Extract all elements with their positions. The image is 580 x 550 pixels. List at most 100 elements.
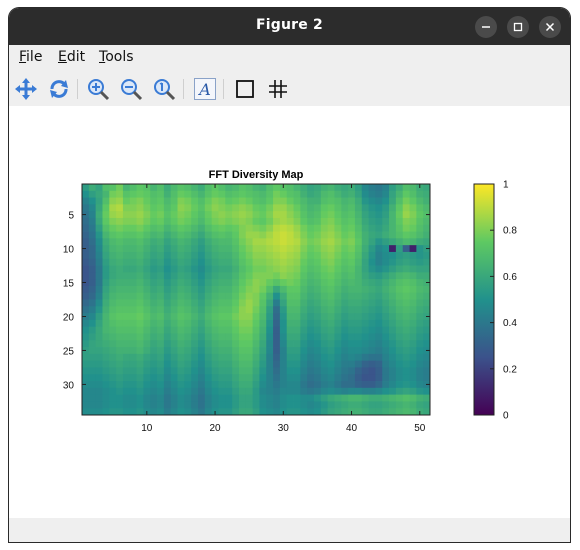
heatmap-cell (368, 381, 376, 389)
heatmap-cell (314, 197, 322, 205)
grid-button[interactable] (265, 76, 291, 102)
heatmap-cell (361, 272, 369, 280)
zoom-out-button[interactable] (118, 76, 144, 102)
heatmap-cell (225, 353, 233, 362)
heatmap-cell (416, 197, 424, 205)
heatmap-cell (232, 238, 240, 246)
heatmap-cell (238, 408, 247, 416)
heatmap-cell (273, 272, 281, 280)
heatmap-cell (245, 333, 253, 341)
axes-box-button[interactable] (232, 76, 258, 102)
heatmap-cell (122, 258, 131, 266)
heatmap-cell (88, 217, 97, 226)
heatmap-cell (334, 408, 342, 416)
heatmap-cell (88, 319, 97, 328)
heatmap-cell (300, 394, 308, 402)
insert-text-button[interactable]: A (192, 76, 218, 102)
menu-tools[interactable]: Tools (99, 49, 134, 65)
heatmap-cell (354, 306, 363, 314)
heatmap-cell (245, 184, 253, 192)
heatmap-cell (259, 374, 267, 382)
zoom-reset-button[interactable] (151, 76, 177, 102)
heatmap-cell (252, 224, 260, 232)
title-bar[interactable]: Figure 2 (9, 8, 570, 45)
heatmap-cell (204, 184, 213, 192)
heatmap-cell (320, 326, 329, 334)
heatmap-cell (348, 353, 356, 362)
heatmap-cell (88, 184, 97, 192)
heatmap-cell (416, 326, 424, 334)
heatmap-cell (314, 299, 322, 307)
heatmap-cell (109, 285, 117, 294)
heatmap-cell (389, 299, 397, 307)
zoom-in-button[interactable] (85, 76, 111, 102)
heatmap-cell (102, 190, 110, 198)
heatmap-cell (320, 224, 329, 232)
heatmap-cell (170, 353, 178, 362)
heatmap-cell (389, 387, 397, 396)
heatmap-cell (184, 313, 192, 321)
heatmap-cell (122, 299, 131, 307)
heatmap-cell (136, 279, 144, 287)
heatmap-cell (348, 401, 356, 409)
heatmap-cell (334, 292, 342, 300)
heatmap-cell (286, 285, 294, 294)
heatmap-cell (122, 285, 131, 294)
heatmap-cell (163, 347, 172, 355)
heatmap-cell (102, 360, 110, 368)
heatmap-cell (204, 353, 213, 362)
heatmap-cell (300, 238, 308, 246)
heatmap-cell (300, 251, 308, 260)
heatmap-cell (259, 279, 267, 287)
menu-edit[interactable]: Edit (58, 49, 85, 65)
heatmap-cell (327, 353, 335, 362)
heatmap-cell (204, 313, 213, 321)
minimize-button[interactable] (475, 16, 497, 38)
heatmap-cell (157, 211, 165, 219)
heatmap-cell (341, 333, 349, 341)
heatmap-cell (293, 313, 301, 321)
heatmap-cell (198, 347, 206, 355)
heatmap-cell (307, 190, 315, 198)
heatmap-cell (143, 190, 151, 198)
heatmap-cell (225, 394, 233, 402)
heatmap-cell (354, 279, 363, 287)
heatmap-cell (204, 292, 213, 300)
heatmap-cell (122, 231, 131, 239)
heatmap-cell (389, 319, 397, 328)
heatmap-cell (375, 292, 383, 300)
heatmap-cell (368, 285, 376, 294)
heatmap-cell (252, 313, 260, 321)
heatmap-cell (382, 272, 390, 280)
close-button[interactable] (539, 16, 561, 38)
colorbar-tick-label: 0.4 (503, 318, 517, 329)
heatmap-cell (341, 204, 349, 212)
heatmap-cell (129, 265, 137, 273)
heatmap-cell (109, 265, 117, 273)
heatmap-cell (382, 326, 390, 334)
heatmap-cell (150, 394, 158, 402)
heatmap-cell (238, 292, 247, 300)
rotate-button[interactable] (46, 76, 72, 102)
heatmap-cell (375, 231, 383, 239)
heatmap-cell (218, 279, 226, 287)
maximize-button[interactable] (507, 16, 529, 38)
heatmap-cell (191, 217, 199, 226)
heatmap-cell (129, 353, 137, 362)
heatmap-cell (395, 347, 404, 355)
colorbar-tick-label: 0.6 (503, 272, 517, 283)
heatmap-cell (348, 279, 356, 287)
menu-file[interactable]: File (19, 49, 42, 65)
heatmap-cell (150, 374, 158, 382)
heatmap-cell (334, 326, 342, 334)
heatmap-cell (279, 387, 288, 396)
figure-canvas[interactable]: FFT Diversity Map 10 20 30 40 50 5 10 15 20 25 30 … (9, 106, 570, 526)
heatmap-cell (368, 360, 376, 368)
heatmap-cell (95, 204, 103, 212)
heatmap-cell (143, 360, 151, 368)
heatmap-cell (307, 408, 315, 416)
rotate-icon (50, 80, 68, 98)
pan-button[interactable] (13, 76, 39, 102)
heatmap-cell (184, 224, 192, 232)
heatmap-cell (218, 197, 226, 205)
